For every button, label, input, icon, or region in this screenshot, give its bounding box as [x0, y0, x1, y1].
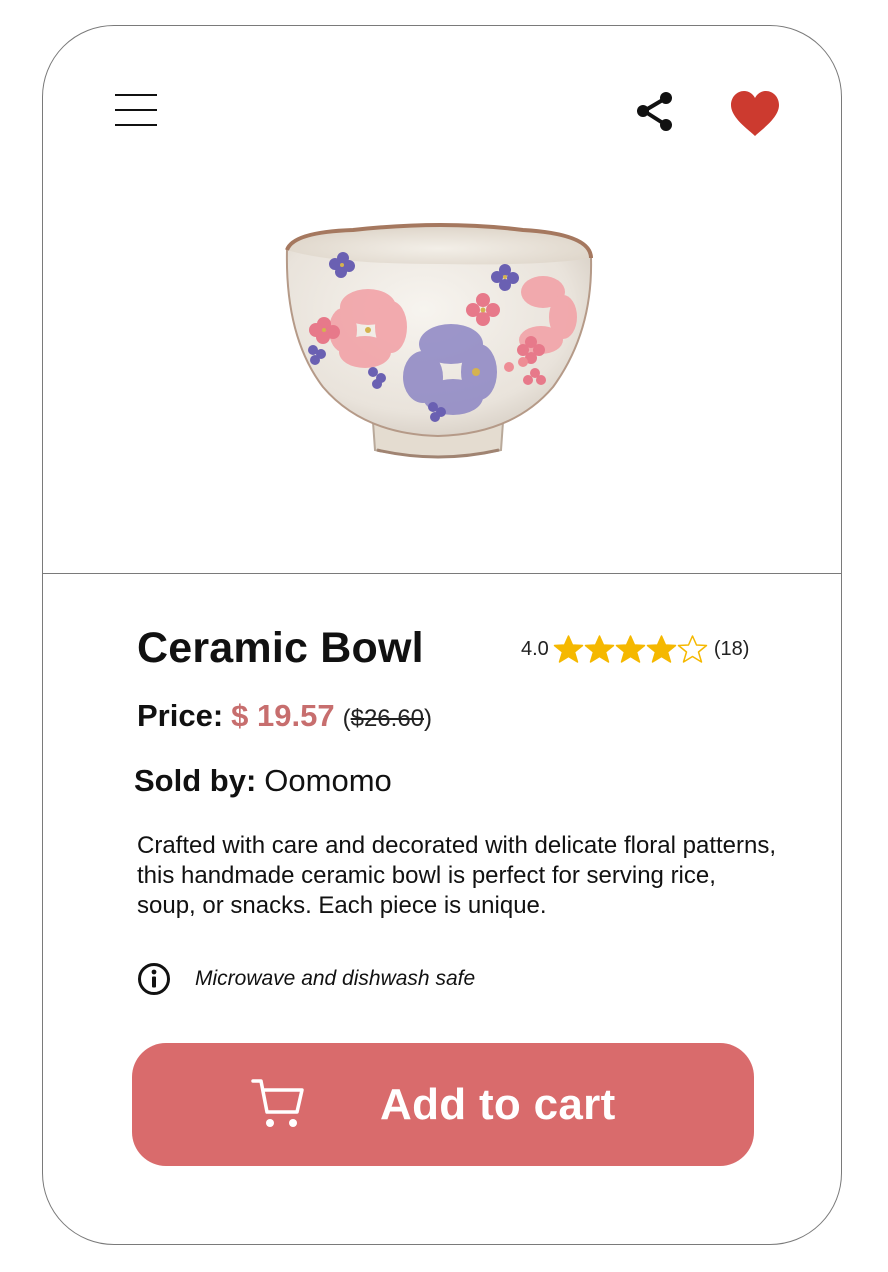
- info-text: Microwave and dishwash safe: [195, 967, 476, 990]
- shopping-cart-icon: [251, 1079, 304, 1127]
- current-price: $ 19.57: [231, 698, 335, 733]
- seller-name[interactable]: Oomomo: [264, 763, 391, 799]
- add-to-cart-label: Add to cart: [380, 1080, 616, 1129]
- product-title: Ceramic Bowl: [137, 624, 424, 672]
- rating-value: 4.0: [521, 637, 549, 660]
- favorite-button[interactable]: [729, 90, 781, 138]
- product-card: Ceramic Bowl 4.0 (18) Price: $ 19.57 ($2…: [42, 25, 842, 1245]
- menu-line: [115, 94, 157, 96]
- rating-stars: [553, 634, 708, 664]
- star-filled-icon: [646, 635, 677, 663]
- add-to-cart-button[interactable]: Add to cart: [132, 1043, 754, 1166]
- menu-line: [115, 109, 157, 111]
- product-description: Crafted with care and decorated with del…: [137, 832, 777, 919]
- original-price: $26.60: [350, 705, 425, 732]
- rating-count: (18): [713, 637, 750, 660]
- seller-label: Sold by:: [134, 763, 257, 798]
- original-price-open: (: [342, 705, 351, 732]
- original-price-wrapper: ($26.60): [343, 705, 432, 733]
- star-filled-icon: [553, 635, 584, 663]
- original-price-close: ): [424, 705, 433, 732]
- star-empty-icon: [677, 635, 708, 663]
- ceramic-bowl-image: [285, 223, 593, 459]
- price-row: Price: $ 19.57 ($26.60): [137, 698, 432, 734]
- product-rating[interactable]: 4.0 (18): [521, 634, 749, 664]
- heart-icon: [731, 91, 779, 136]
- price-label: Price:: [137, 698, 224, 733]
- menu-line: [115, 124, 157, 126]
- section-divider: [43, 573, 841, 574]
- share-button[interactable]: [633, 90, 677, 134]
- share-icon: [637, 92, 672, 131]
- seller-row: Sold by: Oomomo: [134, 763, 392, 799]
- info-icon: [138, 963, 170, 995]
- star-filled-icon: [615, 635, 646, 663]
- star-filled-icon: [584, 635, 615, 663]
- menu-button[interactable]: [113, 92, 159, 128]
- product-image: [273, 222, 603, 472]
- info-row: Microwave and dishwash safe: [137, 962, 475, 996]
